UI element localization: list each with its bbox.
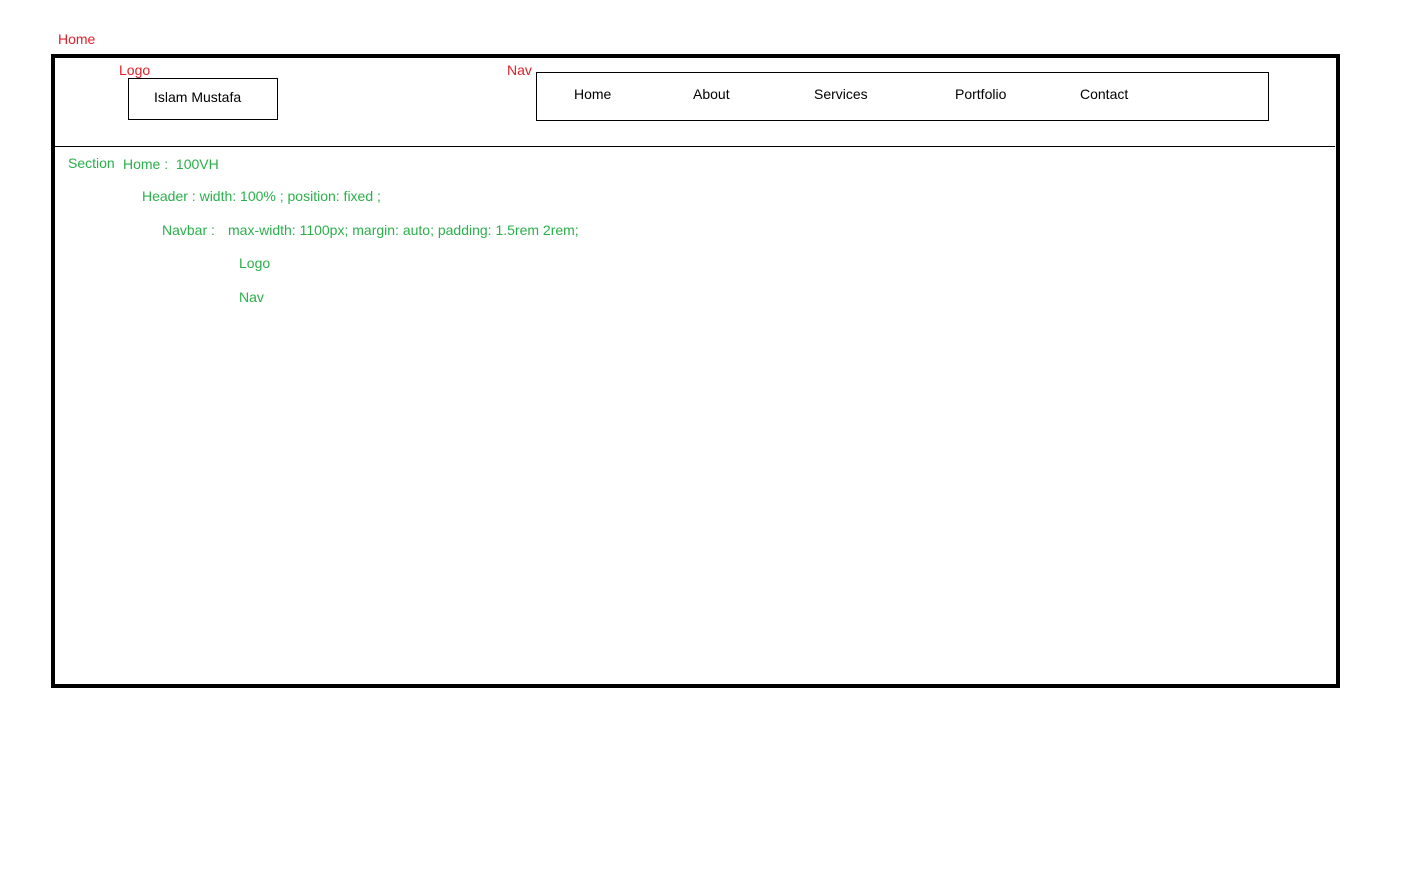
header-note: Header : width: 100% ; position: fixed ;	[142, 188, 381, 204]
navbar-note-rules: max-width: 1100px; margin: auto; padding…	[228, 222, 579, 238]
section-note: Section	[68, 155, 115, 171]
nav-item-contact[interactable]: Contact	[1080, 86, 1128, 102]
logo-box[interactable]: Islam Mustafa	[128, 78, 278, 120]
header-divider	[55, 146, 1335, 147]
logo-text: Islam Mustafa	[154, 89, 242, 105]
nav-note: Nav	[239, 289, 264, 305]
nav-box: Home About Services Portfolio Contact	[536, 72, 1269, 121]
home-annotation: Home	[58, 31, 96, 47]
nav-item-home[interactable]: Home	[574, 86, 611, 102]
logo-note: Logo	[239, 255, 271, 271]
nav-item-about[interactable]: About	[693, 86, 730, 102]
navbar-note-label: Navbar :	[162, 222, 215, 238]
home-height-note: Home : 100VH	[123, 156, 219, 172]
home-section-frame	[51, 54, 1340, 688]
nav-annotation: Nav	[507, 62, 532, 78]
nav-item-portfolio[interactable]: Portfolio	[955, 86, 1006, 102]
nav-item-services[interactable]: Services	[814, 86, 868, 102]
logo-annotation: Logo	[119, 62, 151, 78]
